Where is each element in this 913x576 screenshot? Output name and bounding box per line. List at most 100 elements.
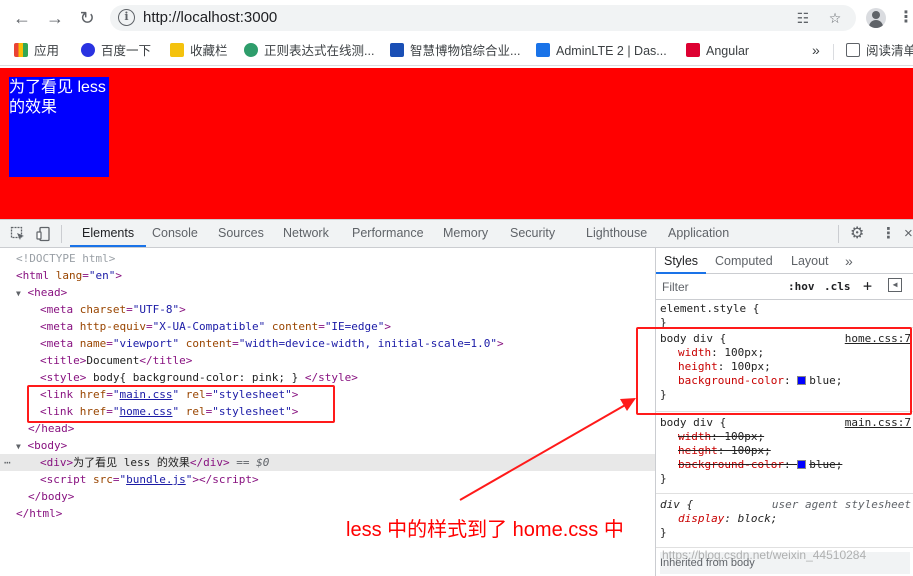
new-rule-plus-icon[interactable]: +	[863, 277, 872, 295]
bookmark-label: Angular	[706, 44, 750, 58]
bundle-js-link[interactable]: bundle.js	[126, 473, 186, 486]
address-bar[interactable]: i http://localhost:3000 ☷ ☆	[110, 5, 856, 31]
bookmark-regex[interactable]: 正则表达式在线测...	[244, 42, 374, 60]
tab-sources[interactable]: Sources	[218, 220, 264, 247]
apps-grid-icon	[14, 43, 28, 57]
bookmark-label: 百度一下	[101, 44, 152, 58]
css-property-overridden[interactable]: height: 100px;	[678, 444, 771, 458]
style-node[interactable]: <style> body{ background-color: pink; } …	[0, 369, 655, 386]
folder-icon	[170, 43, 184, 57]
site-info-icon[interactable]: i	[118, 9, 135, 26]
body-close-node[interactable]: </body>	[0, 488, 655, 505]
bookmark-star-icon[interactable]: ☆	[827, 10, 843, 26]
tab-security[interactable]: Security	[510, 220, 555, 247]
head-node[interactable]: ▼ <head>	[0, 284, 655, 301]
tab-elements[interactable]: Elements	[70, 220, 147, 247]
attr-value: "en"	[88, 269, 116, 282]
hover-state-toggle[interactable]: :hov	[788, 280, 815, 293]
back-arrow-icon[interactable]: ←	[11, 7, 33, 29]
forward-arrow-icon[interactable]: →	[44, 7, 66, 29]
reading-list-icon	[846, 43, 860, 57]
bookmark-label: AdminLTE 2 | Das...	[556, 44, 667, 58]
html-node[interactable]: <html lang="en">	[0, 267, 655, 284]
reload-icon[interactable]: ↻	[76, 7, 98, 29]
more-tabs-chevron-icon[interactable]: »	[845, 248, 853, 274]
meta-charset-node[interactable]: <meta charset="UTF-8">	[0, 301, 655, 318]
rule-selector: element.style {	[660, 302, 760, 315]
tab-layout[interactable]: Layout	[791, 248, 829, 274]
device-toolbar-icon[interactable]	[36, 226, 52, 242]
page-viewport: 为了看见 less 的效果	[0, 68, 913, 219]
class-toggle[interactable]: .cls	[824, 280, 851, 293]
bookmark-angular[interactable]: Angular	[686, 42, 749, 60]
main-css-rule[interactable]: body div { main.css:7 width: 100px; heig…	[656, 412, 913, 494]
bookmark-baidu[interactable]: 百度一下	[81, 42, 151, 60]
rule-close: }	[660, 472, 667, 485]
prop-name: background-color	[678, 458, 784, 471]
divider	[833, 44, 834, 60]
div-node-selected[interactable]: ⋯ <div>为了看见 less 的效果</div> == $0	[0, 454, 655, 471]
tab-network[interactable]: Network	[283, 220, 329, 247]
styles-filter-input[interactable]: Filter	[662, 280, 689, 294]
tag-text: </head>	[28, 422, 75, 435]
prop-value: 100px;	[731, 444, 771, 457]
rule-selector: body div {	[660, 416, 727, 429]
tab-memory[interactable]: Memory	[443, 220, 488, 247]
close-devtools-icon[interactable]: ×	[904, 220, 913, 247]
rule-source-link[interactable]: main.css:7	[845, 416, 911, 430]
watermark: https://blog.csdn.net/weixin_44510284	[662, 548, 867, 562]
attr-value: "UTF-8"	[132, 303, 180, 316]
expand-triangle-icon[interactable]: ▼	[16, 442, 21, 451]
bookmark-folder[interactable]: 收藏栏	[170, 42, 228, 60]
style-text: body{ background-color: pink; }	[86, 371, 305, 384]
settings-gear-icon[interactable]: ⚙	[850, 220, 864, 247]
body-node[interactable]: ▼ <body>	[0, 437, 655, 454]
element-style-rule[interactable]: element.style { }	[656, 300, 913, 329]
more-bookmarks-chevron-icon[interactable]: »	[812, 42, 820, 58]
title-node[interactable]: <title>Document</title>	[0, 352, 655, 369]
tab-lighthouse[interactable]: Lighthouse	[586, 220, 647, 247]
css-property-overridden[interactable]: width: 100px;	[678, 430, 764, 444]
baidu-paw-icon	[81, 43, 95, 57]
attr-value: "X-UA-Compatible"	[152, 320, 266, 333]
attr-name: http-equiv	[79, 320, 146, 333]
tab-styles[interactable]: Styles	[656, 248, 707, 274]
attr-name: name	[79, 337, 107, 350]
devtools-tabbar: Elements Console Sources Network Perform…	[0, 220, 913, 248]
meta-compat-node[interactable]: <meta http-equiv="X-UA-Compatible" conte…	[0, 318, 655, 335]
inspect-element-icon[interactable]	[10, 226, 26, 242]
toggle-sidebar-icon[interactable]: ◀	[888, 278, 902, 292]
tab-computed[interactable]: Computed	[715, 248, 773, 274]
devtools-menu-icon[interactable]: ⋮	[881, 220, 896, 247]
attr-value: "IE=edge"	[324, 320, 385, 333]
tag-text: </body>	[28, 490, 75, 503]
user-agent-rule[interactable]: div { user agent stylesheet display: blo…	[656, 494, 913, 548]
bookmark-museum[interactable]: 智慧博物馆综合业...	[390, 42, 520, 60]
more-dots-icon[interactable]: ⋯	[4, 454, 11, 471]
bookmark-adminlte[interactable]: AdminLTE 2 | Das...	[536, 42, 667, 60]
divider	[61, 225, 62, 243]
color-swatch-icon[interactable]	[797, 460, 807, 469]
tab-application[interactable]: Application	[668, 220, 729, 247]
attr-value: "viewport"	[112, 337, 180, 350]
div-text: 为了看见 less 的效果	[73, 456, 190, 469]
css-property-overridden[interactable]: background-color: blue;	[678, 458, 842, 472]
url-text[interactable]: http://localhost:3000	[143, 9, 277, 26]
rule-close: }	[660, 526, 667, 539]
doctype-node[interactable]: <!DOCTYPE html>	[0, 250, 655, 267]
meta-viewport-node[interactable]: <meta name="viewport" content="width=dev…	[0, 335, 655, 352]
styles-filter-row: Filter :hov .cls + ◀	[656, 274, 913, 300]
tag-text: </html>	[16, 507, 63, 520]
expand-triangle-icon[interactable]: ▼	[16, 289, 21, 298]
browser-menu-icon[interactable]: ⋮	[898, 8, 913, 28]
less-demo-box: 为了看见 less 的效果	[9, 77, 109, 177]
script-node[interactable]: <script src="bundle.js"></script>	[0, 471, 655, 488]
tab-console[interactable]: Console	[152, 220, 198, 247]
profile-avatar-icon[interactable]	[866, 8, 886, 28]
translate-icon[interactable]: ☷	[795, 10, 811, 26]
divider	[838, 225, 839, 243]
bookmark-apps[interactable]: 应用	[14, 42, 59, 60]
prop-name: width	[678, 430, 712, 443]
tab-performance[interactable]: Performance	[352, 220, 424, 247]
reading-list[interactable]: 阅读清单	[846, 42, 913, 60]
